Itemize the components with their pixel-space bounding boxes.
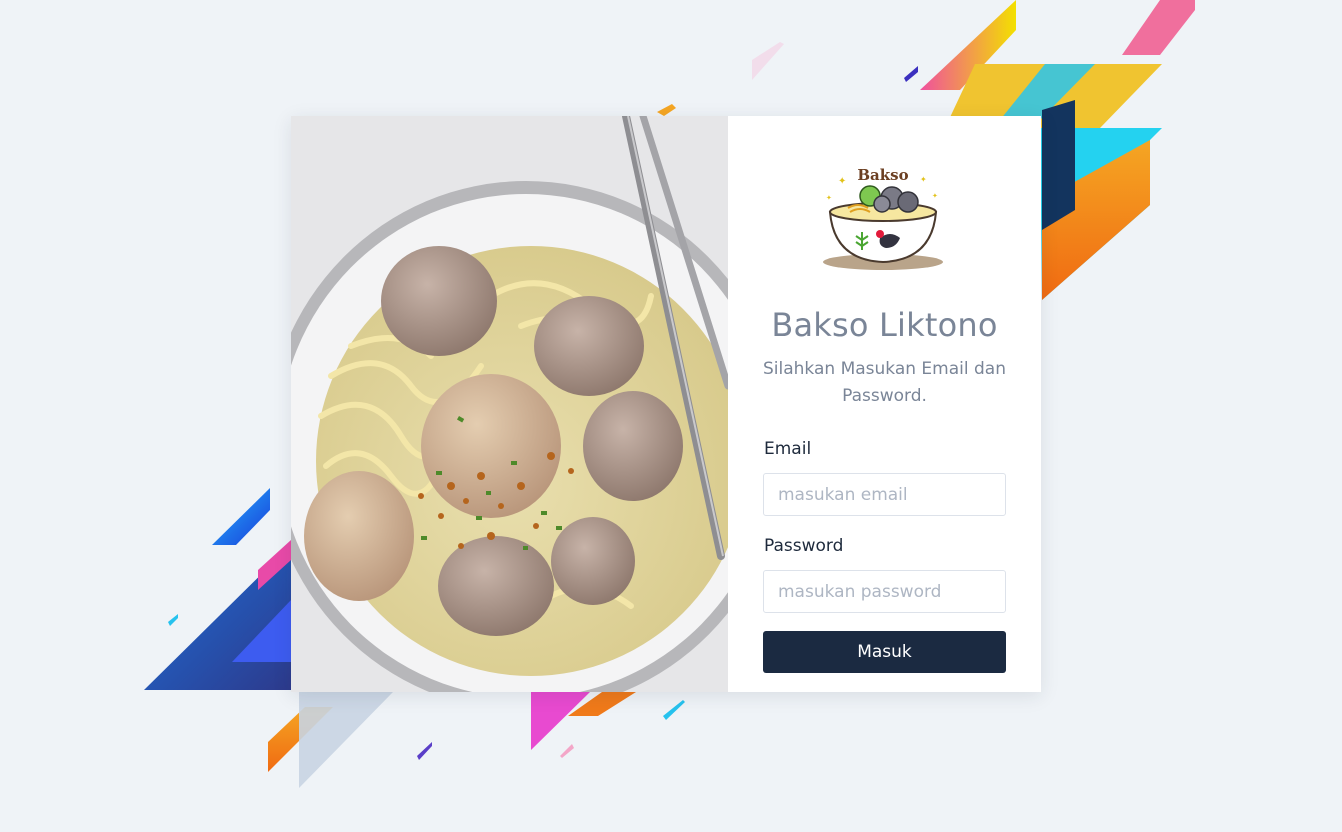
email-field[interactable] bbox=[763, 473, 1006, 516]
svg-text:✦: ✦ bbox=[826, 194, 832, 202]
login-panel: Bakso ✦ ✦ ✦ ✦ Bakso Liktono Silahkan Mas… bbox=[728, 116, 1041, 692]
login-button[interactable]: Masuk bbox=[763, 631, 1006, 673]
bakso-bowl-logo: Bakso ✦ ✦ ✦ ✦ bbox=[820, 162, 946, 272]
login-card: Bakso ✦ ✦ ✦ ✦ Bakso Liktono Silahkan Mas… bbox=[291, 116, 1041, 692]
svg-text:✦: ✦ bbox=[838, 176, 846, 187]
svg-text:✦: ✦ bbox=[920, 175, 927, 184]
svg-text:✦: ✦ bbox=[932, 192, 938, 200]
hero-food-photo bbox=[291, 116, 728, 692]
email-label: Email bbox=[764, 439, 812, 459]
page-title: Bakso Liktono bbox=[771, 306, 998, 344]
logo-text: Bakso bbox=[857, 166, 908, 184]
login-instructions: Silahkan Masukan Email dan Password. bbox=[763, 359, 1006, 406]
password-label: Password bbox=[764, 536, 844, 556]
password-field[interactable] bbox=[763, 570, 1006, 613]
